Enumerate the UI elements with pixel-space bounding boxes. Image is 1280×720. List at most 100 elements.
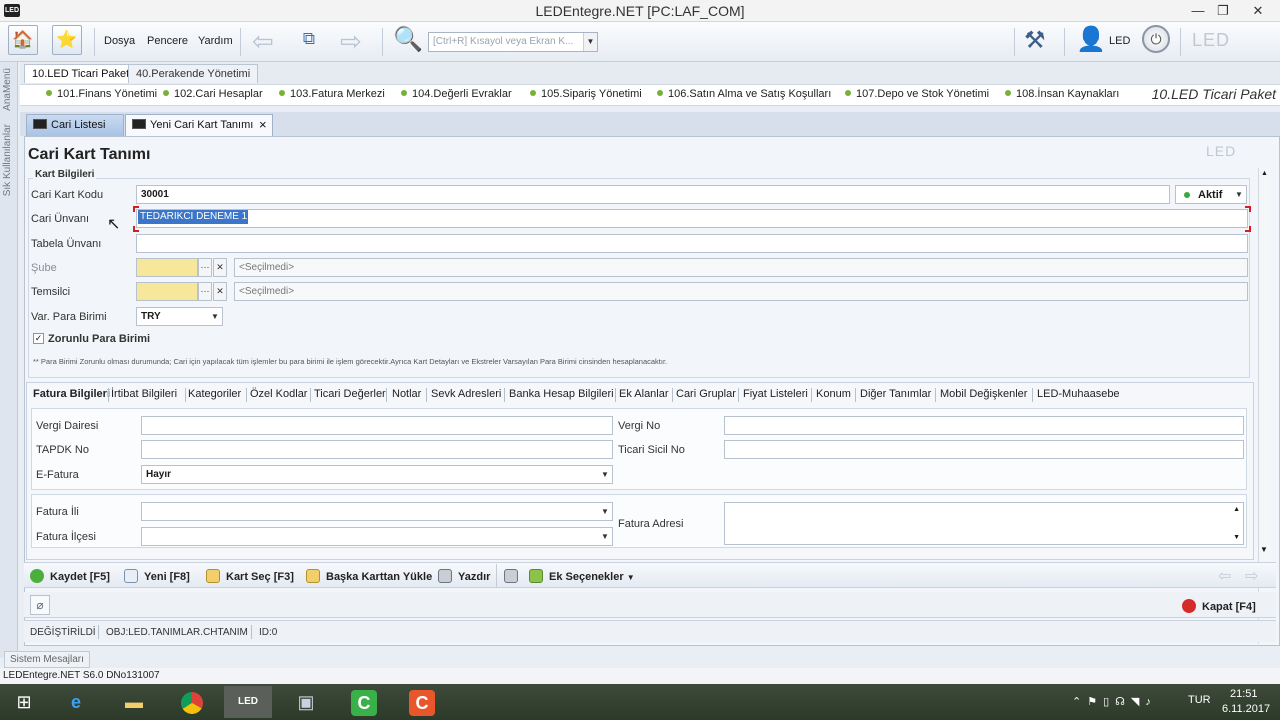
kart-kodu-input[interactable]: 30001 [136,185,1170,204]
tabela-input[interactable] [136,234,1248,253]
module-link[interactable]: 106.Satın Alma ve Satış Koşulları [657,88,831,100]
fatura-ilce-select[interactable]: ▼ [141,527,613,546]
tab-fatura-bilgileri[interactable]: Fatura Bilgileri [33,388,110,400]
close-form-button[interactable]: Kapat [F4] [1182,599,1256,613]
tools-icon[interactable]: ⚒ [1024,26,1046,55]
select-label: Kart Seç [F3] [226,571,294,583]
chevron-down-icon[interactable]: ▼ [583,33,597,51]
tab-cari-listesi[interactable]: Cari Listesi [26,114,124,136]
temsilci-clear-icon[interactable]: ✕ [213,282,227,301]
status-select[interactable]: Aktif ▼ [1175,185,1247,204]
next-record-icon[interactable]: ⇨ [1245,566,1258,586]
zorunlu-checkbox[interactable]: ✓ [33,333,44,344]
more-options-button[interactable]: Ek Seçenekler ▼ [529,569,635,583]
prev-record-icon[interactable]: ⇦ [1218,566,1231,586]
vergi-dairesi-input[interactable] [141,416,613,435]
home-icon[interactable]: 🏠 [8,25,38,55]
tab-banka-hesap[interactable]: Banka Hesap Bilgileri [509,388,614,400]
temsilci-browse-button[interactable]: ··· [198,282,212,301]
bullet-icon [163,90,169,96]
scroll-down-icon[interactable]: ▼ [1233,534,1240,541]
monitor-icon[interactable]: ▣ [282,686,330,718]
windows-start-icon[interactable]: ⊞ [0,686,48,718]
sube-browse-button[interactable]: ··· [198,258,212,277]
chrome-icon[interactable] [168,686,216,718]
restore-icon[interactable]: ❐ [1203,0,1243,22]
tab-separator [811,388,812,402]
module-link[interactable]: 105.Sipariş Yönetimi [530,88,642,100]
select-card-button[interactable]: Kart Seç [F3] [206,569,294,583]
module-link[interactable]: 104.Değerli Evraklar [401,88,512,100]
tab-ozel-kodlar[interactable]: Özel Kodlar [250,388,307,400]
chevron-down-icon[interactable]: ▼ [1232,186,1246,203]
language-indicator[interactable]: TUR [1188,694,1211,706]
scroll-down-icon[interactable]: ▼ [1260,545,1268,554]
module-link[interactable]: 107.Depo ve Stok Yönetimi [845,88,989,100]
shortcut-search-input[interactable]: [Ctrl+R] Kısayol veya Ekran K... ▼ [428,32,598,52]
temsilci-code-input[interactable] [136,282,198,301]
tab-fiyat-listeleri[interactable]: Fiyat Listeleri [743,388,808,400]
ticari-sicil-input[interactable] [724,440,1244,459]
tab-ticari-degerler[interactable]: Ticari Değerler [314,388,386,400]
unvan-input[interactable] [136,209,1248,228]
user-icon[interactable]: 👤 [1076,25,1106,54]
sube-code-input[interactable] [136,258,198,277]
chevron-down-icon[interactable]: ▼ [598,503,612,520]
tray-icons[interactable]: ⌃⚑▯☊◥♪ [1072,695,1184,708]
module-link[interactable]: 101.Finans Yönetimi [46,88,157,100]
chevron-down-icon[interactable]: ▼ [208,308,222,325]
tab-yeni-cari-kart[interactable]: Yeni Cari Kart Tanımı × [125,114,273,136]
forward-arrow-icon[interactable]: ⇨ [340,28,362,54]
close-icon[interactable]: ✕ [1238,0,1278,22]
tab-kategoriler[interactable]: Kategoriler [188,388,241,400]
scroll-up-icon[interactable]: ▲ [1259,168,1270,177]
system-messages-tab[interactable]: Sistem Mesajları [4,651,90,668]
tab-irtibat-bilgileri[interactable]: İrtibat Bilgileri [111,388,177,400]
tab-diger-tanimlar[interactable]: Diğer Tanımlar [860,388,931,400]
close-tab-icon[interactable]: × [259,117,267,132]
tab-led-muhasebe[interactable]: LED-Muhaasebe [1037,388,1120,400]
tab-sevk-adresleri[interactable]: Sevk Adresleri [431,388,501,400]
tab-mobil-degiskenler[interactable]: Mobil Değişkenler [940,388,1027,400]
new-button[interactable]: Yeni [F8] [124,569,190,583]
module-link[interactable]: 103.Fatura Merkezi [279,88,385,100]
chevron-down-icon[interactable]: ▼ [598,528,612,545]
side-tab-favorites[interactable]: Sık Kullanılanlar [2,124,13,196]
tab-konum[interactable]: Konum [816,388,851,400]
side-tab-main-menu[interactable]: AnaMenü [2,68,13,111]
para-birimi-select[interactable]: TRY ▼ [136,307,223,326]
efatura-select[interactable]: Hayır ▼ [141,465,613,484]
file-explorer-icon[interactable]: ▬ [110,686,158,718]
camtasia-green-icon[interactable]: C [340,686,388,718]
tab-package-perakende[interactable]: 40.Perakende Yönetimi [128,64,259,83]
vergi-no-input[interactable] [724,416,1244,435]
print-options-button[interactable] [504,569,518,583]
load-from-card-button[interactable]: Başka Karttan Yükle [306,569,432,583]
back-arrow-icon[interactable]: ⇦ [252,28,274,54]
menu-yardim[interactable]: Yardım [198,35,233,47]
tab-cari-gruplar[interactable]: Cari Gruplar [676,388,736,400]
tab-notlar[interactable]: Notlar [392,388,421,400]
menu-pencere[interactable]: Pencere [147,35,188,47]
tapdk-input[interactable] [141,440,613,459]
tab-ek-alanlar[interactable]: Ek Alanlar [619,388,669,400]
print-button[interactable]: Yazdır [438,569,490,583]
power-icon[interactable]: ⏻ [1142,25,1170,53]
save-button[interactable]: Kaydet [F5] [30,569,110,583]
module-link[interactable]: 102.Cari Hesaplar [163,88,263,100]
chevron-down-icon[interactable]: ▼ [598,466,612,483]
fatura-adres-textarea[interactable]: ▲ ▼ [724,502,1244,545]
attachment-icon[interactable]: ⌀ [30,595,50,615]
module-link[interactable]: 108.İnsan Kaynakları [1005,88,1119,100]
fatura-il-select[interactable]: ▼ [141,502,613,521]
sube-clear-icon[interactable]: ✕ [213,258,227,277]
windows-cascade-icon[interactable]: ⧉ [294,25,324,55]
favorites-star-icon[interactable]: ⭐ [52,25,82,55]
internet-explorer-icon[interactable]: e [52,686,100,718]
led-app-icon[interactable]: LED [224,686,272,718]
tab-package-ticari[interactable]: 10.LED Ticari Paket [24,64,138,83]
search-icon[interactable]: 🔍 [393,25,423,54]
camtasia-orange-icon[interactable]: C [398,686,446,718]
scroll-up-icon[interactable]: ▲ [1233,506,1240,513]
menu-dosya[interactable]: Dosya [104,35,135,47]
